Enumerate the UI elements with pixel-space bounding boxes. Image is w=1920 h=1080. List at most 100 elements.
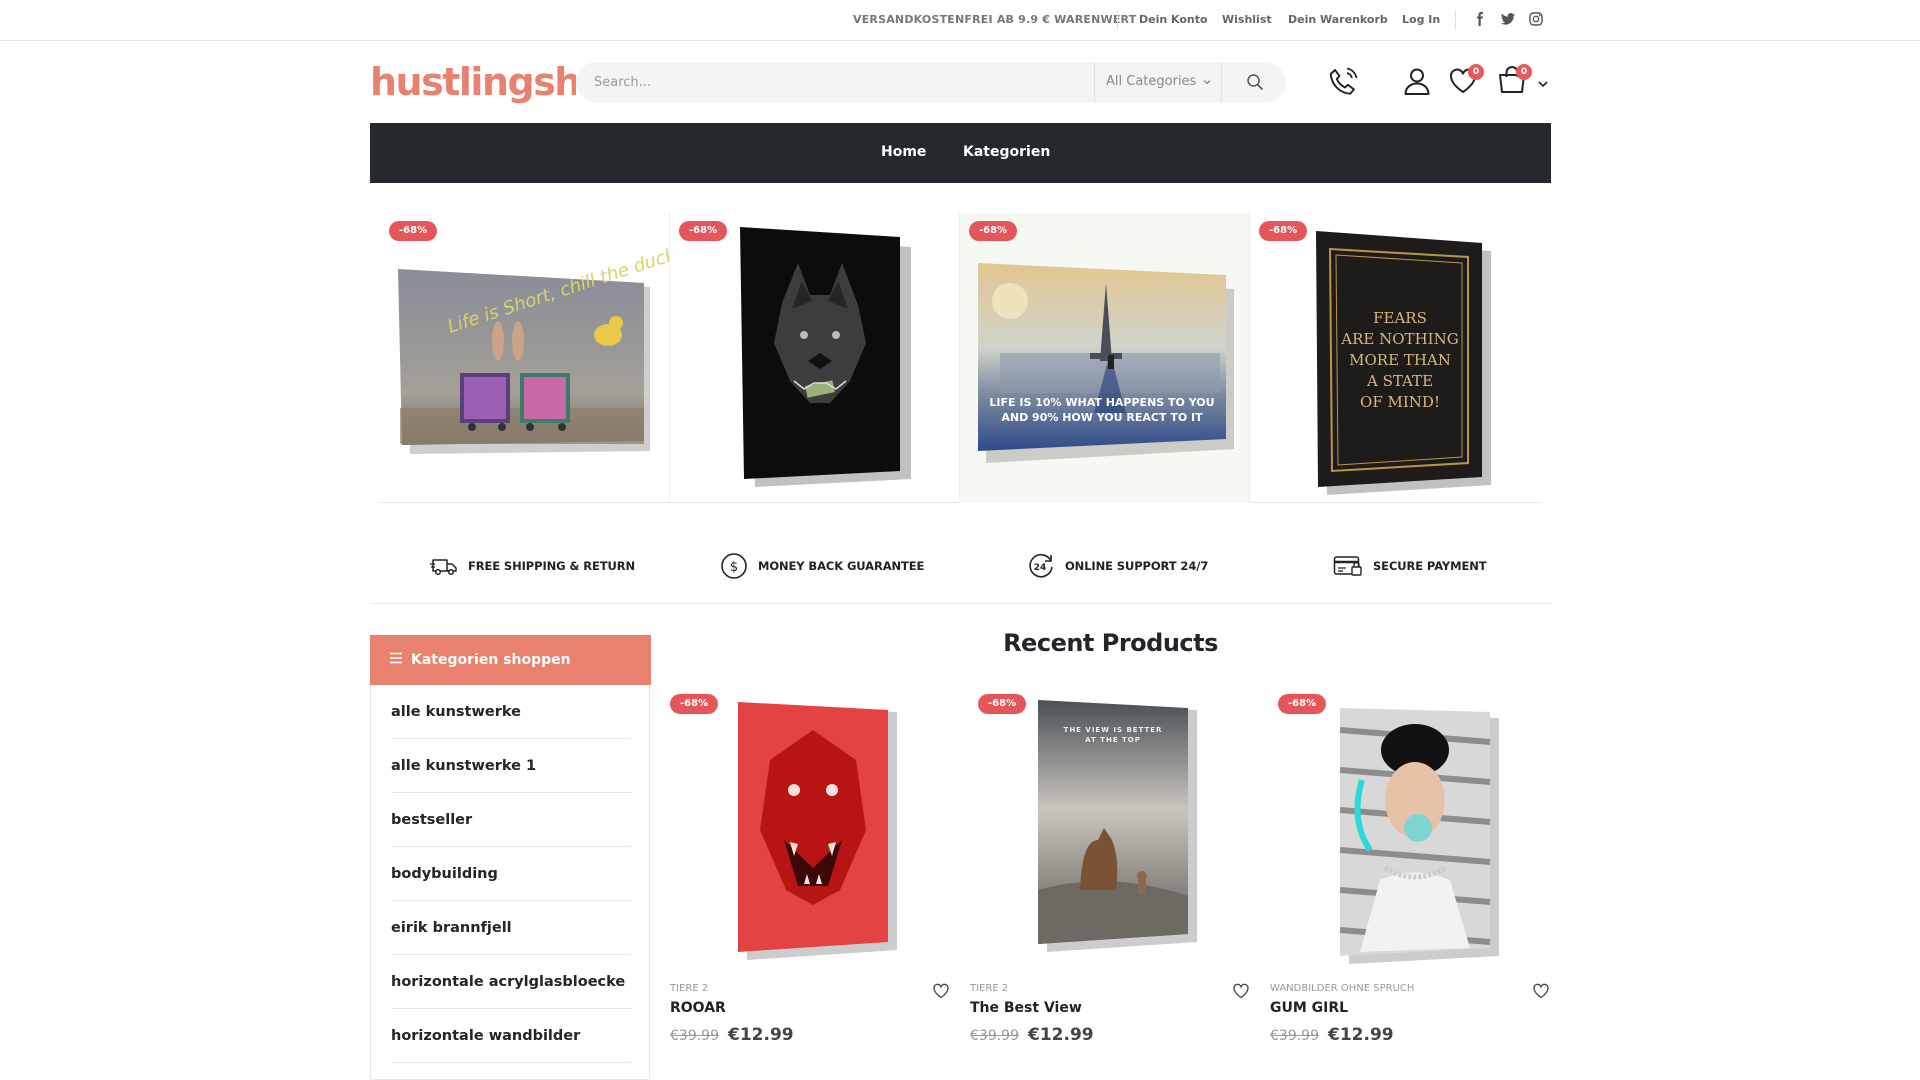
- search-bar: All Categories: [576, 62, 1286, 102]
- product-image: [738, 702, 897, 960]
- instagram-icon[interactable]: [1528, 11, 1544, 27]
- divider: [1117, 10, 1118, 30]
- feature-support: 24 ONLINE SUPPORT 24/7: [1027, 552, 1208, 580]
- category-sidebar: Kategorien shoppen alle kunstwerke alle …: [370, 635, 651, 1080]
- product-card[interactable]: -68% TIERE 2 ROOAR €39.99 €12.99: [670, 690, 950, 1080]
- nav-item-home[interactable]: Home: [881, 144, 926, 160]
- product-card[interactable]: -68% WANDBILDER OHNE SPRUCH GUM GIRL €39…: [1270, 690, 1550, 1080]
- product-card[interactable]: -68% FEARS ARE NOTHING MORE THAN A STATE…: [1250, 213, 1540, 503]
- product-price: €12.99: [728, 1025, 794, 1045]
- svg-text:$: $: [730, 560, 738, 575]
- feature-secure-payment: SECURE PAYMENT: [1333, 552, 1487, 580]
- main-nav: Home Kategorien: [370, 123, 1551, 183]
- product-image: [1339, 708, 1499, 964]
- product-name[interactable]: ROOAR: [670, 1000, 726, 1016]
- cart-icon[interactable]: 0: [1496, 64, 1532, 100]
- svg-text:A STATE: A STATE: [1366, 372, 1433, 390]
- cart-link[interactable]: Dein Warenkorb: [1288, 13, 1388, 26]
- top-bar: VERSANDKOSTENFREI AB 9.9 € WARENWERT Dei…: [0, 0, 1920, 41]
- feature-shipping: FREE SHIPPING & RETURN: [430, 552, 635, 580]
- menu-icon: [390, 652, 402, 664]
- product-card[interactable]: -68% LIFE IS 10% WHAT HAPPENS TO YOU AND…: [960, 213, 1250, 503]
- chevron-down-icon: [1204, 79, 1211, 84]
- site-logo[interactable]: hustlingsha: [370, 57, 576, 107]
- search-button[interactable]: [1221, 62, 1286, 102]
- feature-money-back: $ MONEY BACK GUARANTEE: [720, 552, 924, 580]
- sidebar-item-eirik-brannfjell[interactable]: eirik brannfjell: [391, 901, 631, 955]
- feature-label: FREE SHIPPING & RETURN: [468, 559, 636, 573]
- sidebar-title: Kategorien shoppen: [411, 652, 571, 668]
- sidebar-item-horizontale-wandbilder[interactable]: horizontale wandbilder: [391, 1009, 631, 1063]
- category-select-label: All Categories: [1106, 74, 1197, 89]
- cart-dropdown-icon[interactable]: [1537, 75, 1549, 94]
- credit-card-icon: [1333, 556, 1362, 576]
- sidebar-item-alle-kunstwerke[interactable]: alle kunstwerke: [391, 685, 631, 739]
- shipping-note: VERSANDKOSTENFREI AB 9.9 € WARENWERT: [853, 13, 1137, 26]
- featured-products: -68% Life is Short, chill the duck out -…: [380, 213, 1541, 503]
- heart-icon[interactable]: [1532, 982, 1550, 1000]
- product-category[interactable]: TIERE 2: [970, 983, 1008, 994]
- product-old-price: €39.99: [670, 1028, 719, 1044]
- product-card[interactable]: THE VIEW IS BETTER AT THE TOP -68% TIERE…: [970, 690, 1250, 1080]
- cart-count-badge: 0: [1516, 64, 1532, 80]
- sidebar-item-bestseller[interactable]: bestseller: [391, 793, 631, 847]
- divider: [370, 603, 1551, 604]
- search-input[interactable]: [594, 62, 1094, 102]
- product-price: €12.99: [1028, 1025, 1094, 1045]
- sale-badge: -68%: [1259, 221, 1308, 241]
- twitter-icon[interactable]: [1500, 11, 1516, 27]
- truck-icon: [430, 559, 457, 576]
- product-old-price: €39.99: [1270, 1028, 1319, 1044]
- wishlist-count-badge: 0: [1468, 64, 1484, 80]
- product-quote: AT THE TOP: [1085, 736, 1141, 744]
- product-quote: LIFE IS 10% WHAT HAPPENS TO YOU: [989, 396, 1214, 409]
- product-category[interactable]: WANDBILDER OHNE SPRUCH: [1270, 983, 1414, 994]
- product-quote: AND 90% HOW YOU REACT TO IT: [1001, 411, 1203, 424]
- sidebar-header[interactable]: Kategorien shoppen: [370, 635, 651, 685]
- wishlist-link[interactable]: Wishlist: [1222, 13, 1272, 26]
- support-24-icon: 24: [1029, 554, 1053, 578]
- wishlist-icon[interactable]: 0: [1448, 64, 1484, 100]
- phone-icon[interactable]: [1327, 66, 1359, 102]
- product-category[interactable]: TIERE 2: [670, 983, 708, 994]
- user-icon[interactable]: [1402, 66, 1432, 100]
- product-card[interactable]: -68%: [670, 213, 960, 503]
- heart-icon[interactable]: [932, 982, 950, 1000]
- sale-badge: -68%: [679, 221, 728, 241]
- product-card[interactable]: -68% Life is Short, chill the duck out: [380, 213, 670, 503]
- feature-label: ONLINE SUPPORT 24/7: [1065, 559, 1209, 573]
- search-icon: [1247, 74, 1264, 91]
- divider: [1455, 10, 1456, 30]
- sidebar-item-bodybuilding[interactable]: bodybuilding: [391, 847, 631, 901]
- product-name[interactable]: The Best View: [970, 1000, 1082, 1016]
- feature-label: MONEY BACK GUARANTEE: [758, 559, 925, 573]
- sale-badge: -68%: [978, 694, 1027, 714]
- svg-text:24: 24: [1034, 563, 1047, 573]
- svg-text:FEARS: FEARS: [1373, 309, 1427, 327]
- svg-text:MORE THAN: MORE THAN: [1349, 351, 1451, 369]
- login-link[interactable]: Log In: [1402, 13, 1440, 26]
- section-title: Recent Products: [1003, 629, 1218, 657]
- dollar-circle-icon: $: [721, 553, 747, 579]
- product-price: €12.99: [1328, 1025, 1394, 1045]
- sidebar-item-horizontale-acrylglasbloecke[interactable]: horizontale acrylglasbloecke: [391, 955, 631, 1009]
- sidebar-item-alle-kunstwerke-1[interactable]: alle kunstwerke 1: [391, 739, 631, 793]
- product-old-price: €39.99: [970, 1028, 1019, 1044]
- product-image: Life is Short, chill the duck out: [398, 233, 669, 454]
- product-image: LIFE IS 10% WHAT HAPPENS TO YOU AND 90% …: [978, 263, 1234, 463]
- heart-icon[interactable]: [1232, 982, 1250, 1000]
- feature-label: SECURE PAYMENT: [1373, 559, 1487, 573]
- product-name[interactable]: GUM GIRL: [1270, 1000, 1348, 1016]
- category-select[interactable]: All Categories: [1094, 62, 1220, 102]
- product-image: [740, 227, 911, 487]
- product-image: THE VIEW IS BETTER AT THE TOP: [1038, 700, 1197, 952]
- facebook-icon[interactable]: [1472, 11, 1488, 27]
- nav-item-kategorien[interactable]: Kategorien: [963, 144, 1050, 160]
- my-account-link[interactable]: Dein Konto: [1139, 13, 1208, 26]
- sale-badge: -68%: [670, 694, 719, 714]
- sale-badge: -68%: [389, 221, 438, 241]
- sale-badge: -68%: [1278, 694, 1327, 714]
- product-quote: THE VIEW IS BETTER: [1064, 726, 1163, 734]
- svg-text:ARE NOTHING: ARE NOTHING: [1340, 330, 1458, 348]
- sale-badge: -68%: [969, 221, 1018, 241]
